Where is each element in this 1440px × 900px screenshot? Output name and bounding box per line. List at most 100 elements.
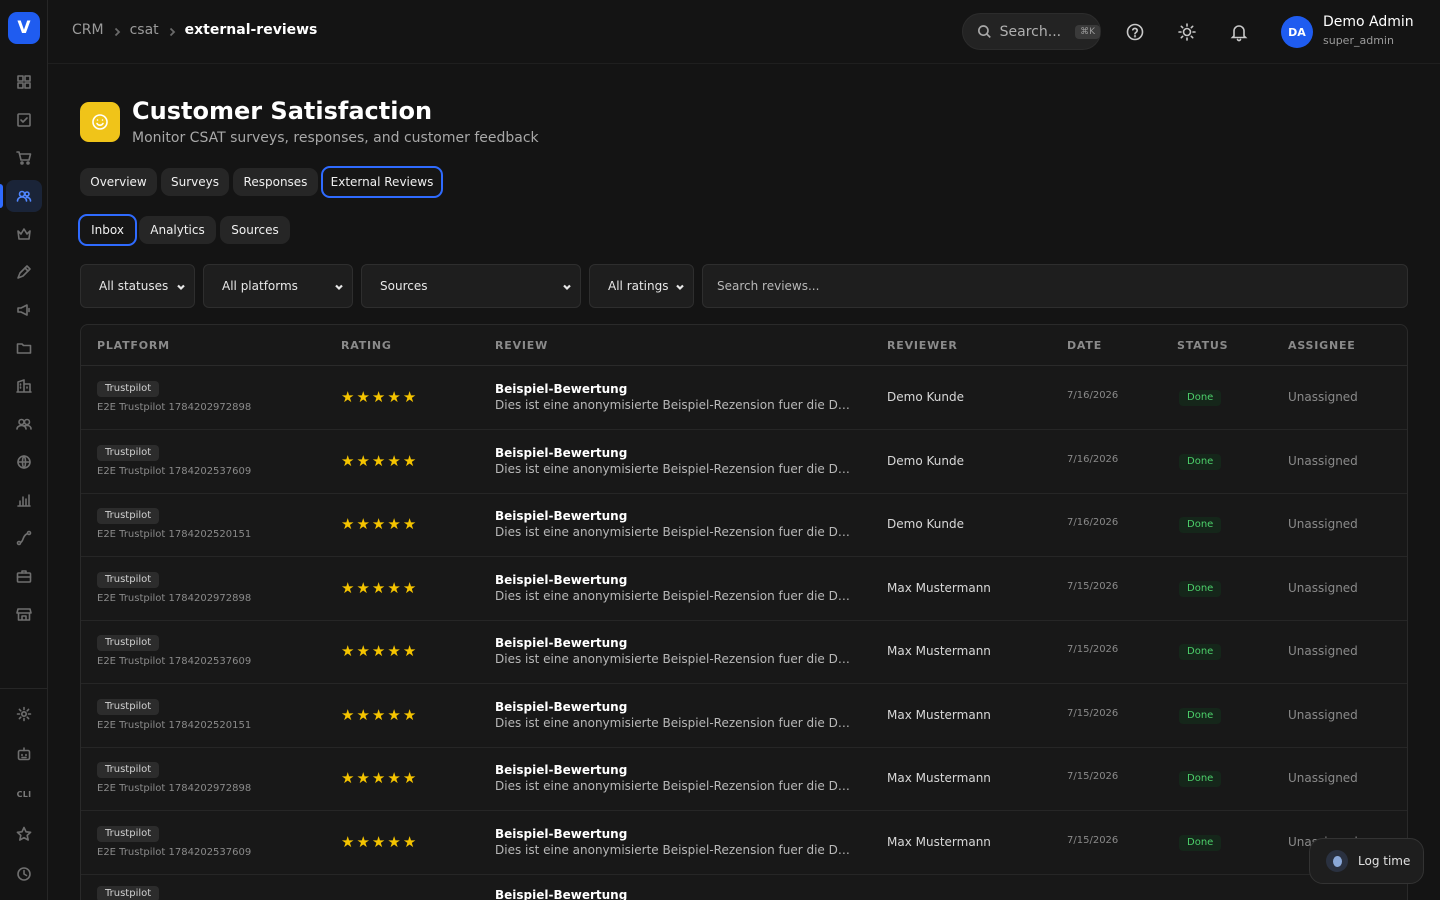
cli-button[interactable]: CLI (6, 778, 42, 810)
status-badge: Done (1179, 708, 1222, 724)
briefcase-icon[interactable] (6, 560, 42, 592)
bell-icon[interactable] (1229, 22, 1249, 42)
platform-filter-select[interactable]: All platforms (203, 264, 353, 308)
star-icon: ★ (341, 388, 355, 406)
review-text: Dies ist eine anonymisierte Beispiel-Rez… (495, 589, 855, 603)
review-search-input[interactable]: Search reviews... (702, 264, 1408, 308)
col-status[interactable]: STATUS (1177, 339, 1228, 352)
review-date: 7/15/2026 (1067, 835, 1119, 846)
smile-icon (80, 102, 120, 142)
global-search[interactable]: Search... ⌘K (962, 13, 1101, 50)
sidebar-divider (0, 688, 48, 689)
pen-icon[interactable] (6, 256, 42, 288)
platform-badge: Trustpilot (97, 699, 160, 715)
store-icon[interactable] (6, 598, 42, 630)
log-time-button[interactable]: Log time (1309, 838, 1424, 884)
timer-icon (1326, 850, 1348, 872)
assignee-value[interactable]: Unassigned (1288, 454, 1358, 468)
settings-icon[interactable] (6, 698, 42, 730)
search-shortcut: ⌘K (1075, 24, 1100, 39)
crown-icon[interactable] (6, 218, 42, 250)
col-review[interactable]: REVIEW (495, 339, 548, 352)
star-icon[interactable] (6, 818, 42, 850)
col-rating[interactable]: RATING (341, 339, 392, 352)
assignee-value[interactable]: Unassigned (1288, 581, 1358, 595)
tasks-icon[interactable] (6, 104, 42, 136)
breadcrumb-crm[interactable]: CRM (72, 22, 104, 38)
sources-filter-select[interactable]: Sources (361, 264, 581, 308)
tab-surveys[interactable]: Surveys (161, 168, 229, 196)
clock-icon[interactable] (6, 858, 42, 890)
subtab-sources[interactable]: Sources (220, 216, 290, 244)
review-title: Beispiel-Bewertung (495, 888, 628, 900)
col-assignee[interactable]: ASSIGNEE (1288, 339, 1356, 352)
assignee-value[interactable]: Unassigned (1288, 517, 1358, 531)
rating-stars: ★ ★ ★ ★ ★ (341, 644, 416, 659)
star-icon: ★ (387, 579, 401, 597)
assignee-value[interactable]: Unassigned (1288, 644, 1358, 658)
subtab-inbox[interactable]: Inbox (78, 214, 137, 246)
help-icon[interactable] (1125, 22, 1145, 42)
search-placeholder: Search... (999, 23, 1062, 40)
search-icon (978, 25, 991, 39)
reviewer-name: Max Mustermann (887, 644, 991, 658)
dashboard-icon[interactable] (6, 66, 42, 98)
col-reviewer[interactable]: REVIEWER (887, 339, 958, 352)
avatar[interactable]: DA (1281, 16, 1313, 48)
star-icon: ★ (371, 642, 386, 660)
breadcrumb-csat[interactable]: csat (130, 22, 159, 38)
breadcrumb: CRM csat external-reviews (72, 22, 317, 38)
assignee-value[interactable]: Unassigned (1288, 390, 1358, 404)
platform-filter-value: All platforms (222, 279, 298, 293)
megaphone-icon[interactable] (6, 294, 42, 326)
building-icon[interactable] (6, 370, 42, 402)
breadcrumb-current: external-reviews (184, 22, 318, 38)
globe-icon[interactable] (6, 446, 42, 478)
app-logo[interactable]: V (8, 12, 40, 44)
table-row[interactable]: Trustpilot E2E Trustpilot 1784202972898 ★ ★… (81, 366, 1407, 430)
analytics-icon[interactable] (6, 484, 42, 516)
sun-icon[interactable] (1177, 22, 1197, 42)
star-icon: ★ (341, 706, 355, 724)
assignee-value[interactable]: Unassigned (1288, 708, 1358, 722)
status-badge: Done (1179, 835, 1222, 851)
page-subtitle: Monitor CSAT surveys, responses, and cus… (132, 130, 539, 146)
source-name: E2E Trustpilot 1784202972898 (97, 783, 252, 794)
star-icon: ★ (356, 642, 370, 660)
col-date[interactable]: DATE (1067, 339, 1102, 352)
table-row[interactable]: Trustpilot E2E Trustpilot 1784202537609 ★ ★… (81, 620, 1407, 684)
sidebar: V CLI (0, 0, 48, 900)
star-icon: ★ (371, 388, 386, 406)
assignee-value[interactable]: Unassigned (1288, 771, 1358, 785)
source-name: E2E Trustpilot 1784202520151 (97, 529, 252, 540)
table-row[interactable]: Trustpilot E2E Trustpilot 1784202537609 ★ ★… (81, 430, 1407, 494)
tab-responses[interactable]: Responses (233, 168, 318, 196)
tab-external-reviews[interactable]: External Reviews (321, 166, 443, 198)
rating-filter-select[interactable]: All ratings (589, 264, 694, 308)
users-icon[interactable] (6, 180, 42, 212)
robot-icon[interactable] (6, 738, 42, 770)
review-title: Beispiel-Bewertung (495, 509, 628, 523)
table-row[interactable]: Trustpilot E2E Trustpilot 1784202972898 ★ ★… (81, 747, 1407, 811)
chevron-down-icon (562, 281, 572, 291)
star-icon: ★ (341, 452, 355, 470)
table-row[interactable]: Trustpilot Beispiel-Bewertung (81, 874, 1407, 900)
contacts-icon[interactable] (6, 408, 42, 440)
col-platform[interactable]: PLATFORM (97, 339, 170, 352)
review-date: 7/16/2026 (1067, 390, 1119, 401)
review-date: 7/15/2026 (1067, 771, 1119, 782)
reviewer-name: Demo Kunde (887, 454, 964, 468)
review-text: Dies ist eine anonymisierte Beispiel-Rez… (495, 398, 855, 412)
table-row[interactable]: Trustpilot E2E Trustpilot 1784202520151 ★ ★… (81, 493, 1407, 557)
tab-overview[interactable]: Overview (80, 168, 157, 196)
table-row[interactable]: Trustpilot E2E Trustpilot 1784202537609 ★ ★… (81, 811, 1407, 875)
table-row[interactable]: Trustpilot E2E Trustpilot 1784202520151 ★ ★… (81, 684, 1407, 748)
platform-badge: Trustpilot (97, 826, 160, 842)
source-name: E2E Trustpilot 1784202537609 (97, 656, 252, 667)
table-row[interactable]: Trustpilot E2E Trustpilot 1784202972898 ★ ★… (81, 557, 1407, 621)
shop-icon[interactable] (6, 142, 42, 174)
subtab-analytics[interactable]: Analytics (139, 216, 216, 244)
folder-icon[interactable] (6, 332, 42, 364)
status-filter-select[interactable]: All statuses (80, 264, 195, 308)
route-icon[interactable] (6, 522, 42, 554)
